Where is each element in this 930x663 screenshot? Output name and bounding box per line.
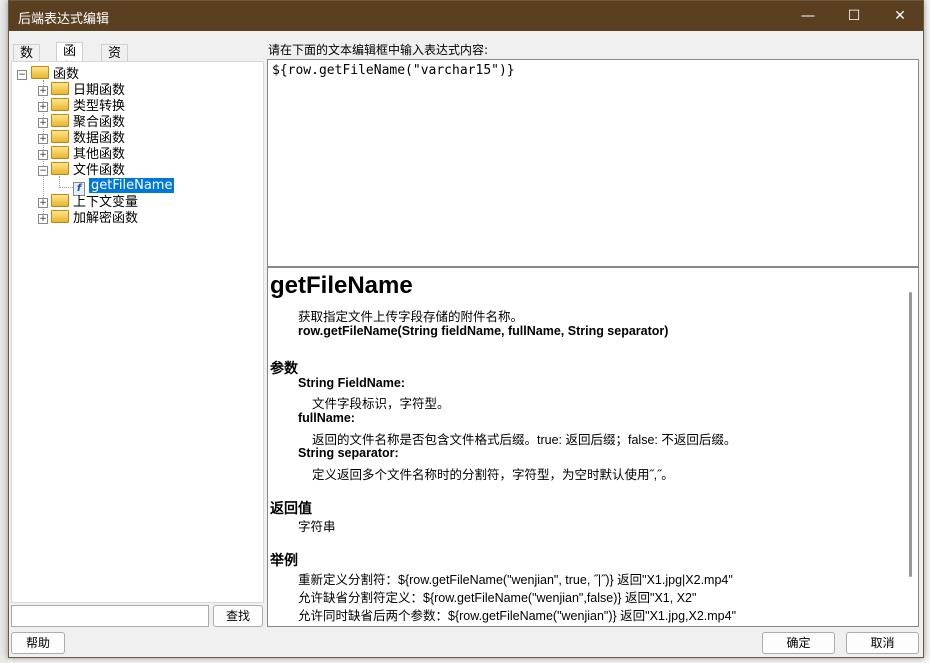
example-line: 允许同时缺省后两个参数：${row.getFileName("wenjian")… — [298, 609, 737, 623]
close-button[interactable]: ✕ — [877, 1, 923, 31]
minimize-button[interactable]: — — [785, 1, 831, 31]
tree-node[interactable]: 文件函数 — [51, 162, 125, 178]
function-documentation: getFileName 获取指定文件上传字段存储的附件名称。 row.getFi… — [267, 267, 919, 627]
background-app — [0, 0, 8, 663]
help-button[interactable]: 帮助 — [11, 632, 65, 654]
tree-node[interactable]: 聚合函数 — [51, 114, 125, 130]
node-label: getFileName — [89, 178, 175, 193]
window-title: 后端表达式编辑 — [18, 12, 110, 27]
expression-editor-dialog: 后端表达式编辑 — ☐ ✕ 数据 函数 资源 − 函数 + 日期函数 + 类型转… — [8, 0, 924, 658]
tree-node[interactable]: 数据函数 — [51, 130, 125, 146]
node-label: 聚合函数 — [73, 115, 126, 130]
tab-resources[interactable]: 资源 — [101, 44, 129, 78]
expression-text[interactable]: ${row.getFileName("varchar15")} — [268, 60, 918, 81]
folder-icon — [51, 130, 69, 143]
folder-icon — [31, 66, 49, 79]
param-desc: 文件字段标识，字符型。 — [312, 397, 450, 411]
folder-icon — [51, 194, 69, 207]
example-heading: 举例 — [270, 552, 298, 568]
node-label: 函数 — [53, 67, 80, 82]
param-name: String FieldName: — [298, 376, 405, 390]
expand-icon[interactable]: + — [38, 150, 48, 160]
params-heading: 参数 — [270, 360, 298, 376]
tree-node[interactable]: 加解密函数 — [51, 210, 138, 226]
tree-node-root[interactable]: 函数 — [31, 66, 79, 82]
param-name: String separator: — [298, 446, 399, 460]
folder-icon — [51, 210, 69, 223]
tab-functions[interactable]: 函数 — [56, 42, 84, 76]
tree-node-getfilename[interactable]: f getFileName — [73, 178, 175, 196]
node-label: 其他函数 — [73, 147, 126, 162]
folder-icon — [51, 162, 69, 175]
expand-icon[interactable]: + — [38, 134, 48, 144]
expand-icon[interactable]: + — [38, 118, 48, 128]
tab-data[interactable]: 数据 — [13, 44, 41, 78]
search-button[interactable]: 查找 — [213, 605, 263, 627]
maximize-button[interactable]: ☐ — [831, 1, 877, 31]
tree-node[interactable]: 日期函数 — [51, 82, 125, 98]
doc-title: getFileName — [270, 272, 413, 299]
param-name: fullName: — [298, 411, 355, 425]
title-bar: 后端表达式编辑 — ☐ ✕ — [9, 1, 923, 31]
node-label: 文件函数 — [73, 163, 126, 178]
tree-node[interactable]: 上下文变量 — [51, 194, 138, 210]
param-desc: 定义返回多个文件名称时的分割符，字符型，为空时默认使用˝,˝。 — [312, 468, 674, 482]
node-label: 类型转换 — [73, 99, 126, 114]
cancel-button[interactable]: 取消 — [846, 632, 919, 654]
doc-signature: row.getFileName(String fieldName, fullNa… — [298, 324, 669, 338]
doc-description: 获取指定文件上传字段存储的附件名称。 — [298, 310, 524, 324]
doc-scrollbar[interactable] — [909, 292, 912, 577]
search-input[interactable] — [11, 605, 209, 627]
expand-icon[interactable]: + — [38, 198, 48, 208]
node-label: 日期函数 — [73, 83, 126, 98]
editor-label: 请在下面的文本编辑框中输入表达式内容: — [268, 43, 489, 57]
collapse-icon[interactable]: − — [17, 70, 27, 80]
node-label: 上下文变量 — [73, 195, 139, 210]
expand-icon[interactable]: + — [38, 214, 48, 224]
return-heading: 返回值 — [270, 500, 312, 516]
node-label: 数据函数 — [73, 131, 126, 146]
tree-node[interactable]: 类型转换 — [51, 98, 125, 114]
tree-node[interactable]: 其他函数 — [51, 146, 125, 162]
folder-icon — [51, 146, 69, 159]
expression-editor[interactable]: ${row.getFileName("varchar15")} — [267, 59, 919, 267]
example-line: 允许缺省分割符定义：${row.getFileName("wenjian",fa… — [298, 591, 697, 605]
node-label: 加解密函数 — [73, 211, 139, 226]
ok-button[interactable]: 确定 — [762, 632, 835, 654]
return-value: 字符串 — [298, 520, 336, 534]
example-line: 重新定义分割符：${row.getFileName("wenjian", tru… — [298, 573, 733, 587]
folder-icon — [51, 82, 69, 95]
expand-icon[interactable]: + — [38, 102, 48, 112]
folder-icon — [51, 114, 69, 127]
expand-icon[interactable]: + — [38, 86, 48, 96]
collapse-icon[interactable]: − — [38, 166, 48, 176]
folder-icon — [51, 98, 69, 111]
function-tree: − 函数 + 日期函数 + 类型转换 + 聚合函数 + 数据函数 + 其他函数 … — [11, 61, 264, 603]
